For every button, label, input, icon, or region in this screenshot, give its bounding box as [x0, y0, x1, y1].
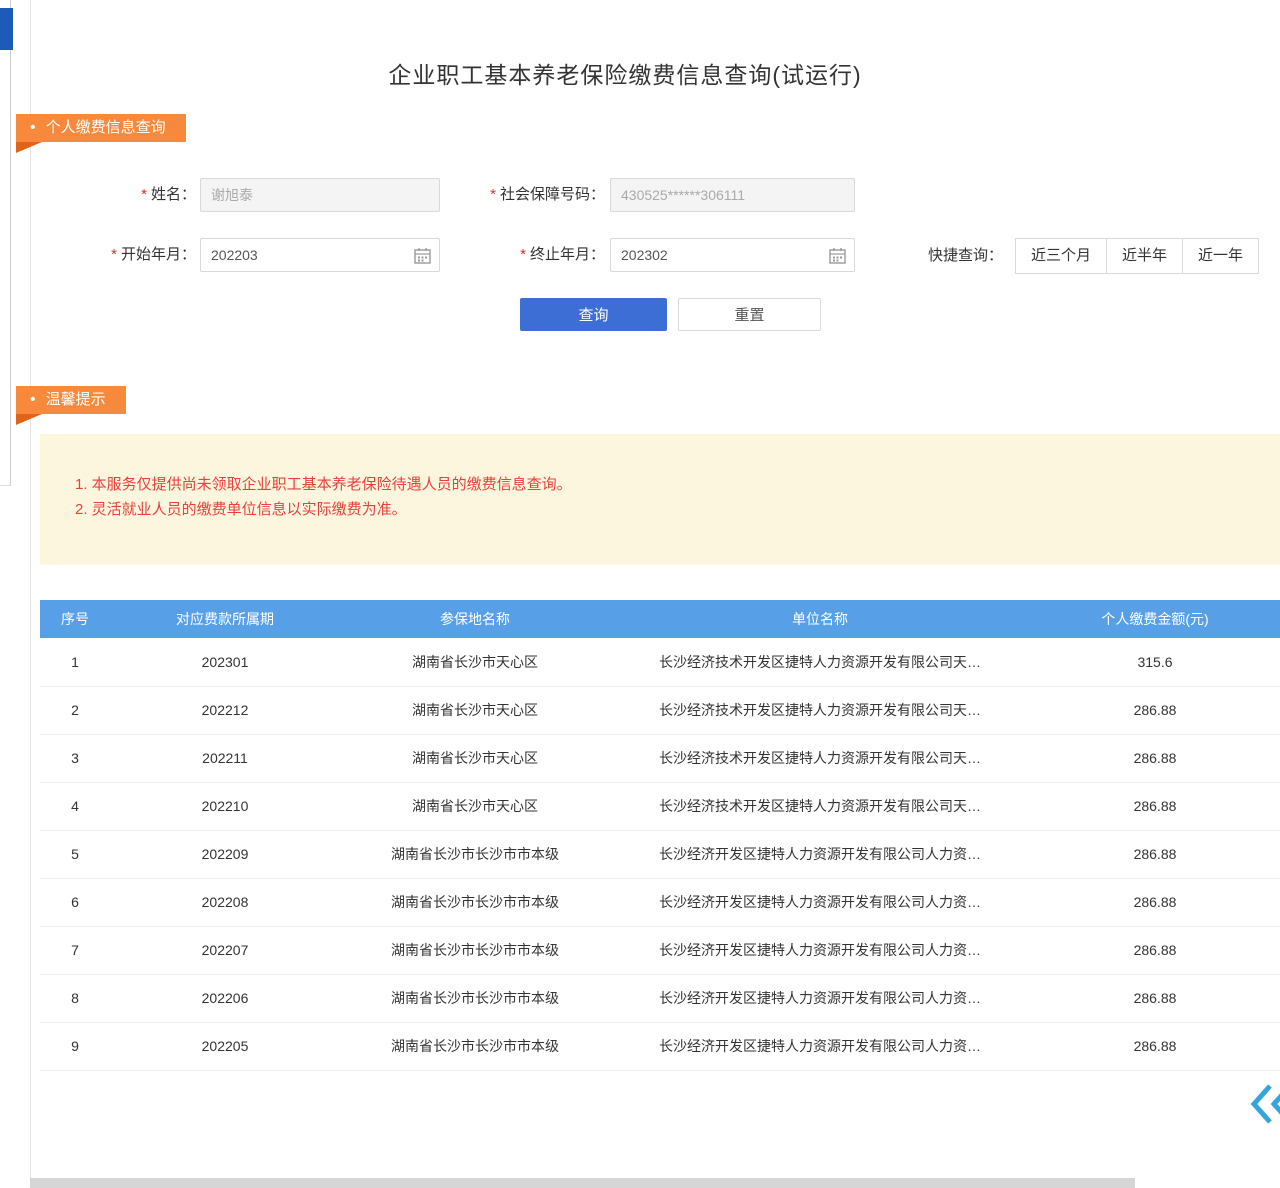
table-cell: 2 [40, 686, 110, 734]
table-row: 9202205湖南省长沙市长沙市市本级长沙经济开发区捷特人力资源开发有限公司人力… [40, 1022, 1280, 1070]
table-row: 6202208湖南省长沙市长沙市市本级长沙经济开发区捷特人力资源开发有限公司人力… [40, 878, 1280, 926]
start-date-label: *开始年月： [60, 238, 196, 272]
table-cell: 9 [40, 1022, 110, 1070]
name-field[interactable] [200, 178, 440, 212]
ribbon-fold [16, 414, 42, 425]
table-cell: 202207 [110, 926, 340, 974]
table-cell: 286.88 [1030, 926, 1280, 974]
calendar-icon[interactable] [829, 247, 846, 264]
table-cell: 7 [40, 926, 110, 974]
table-cell: 长沙经济技术开发区捷特人力资源开发有限公司天… [610, 782, 1030, 830]
section-badge-tips-label: 温馨提示 [46, 386, 106, 414]
table-body: 1202301湖南省长沙市天心区长沙经济技术开发区捷特人力资源开发有限公司天…3… [40, 638, 1280, 1070]
table-row: 5202209湖南省长沙市长沙市市本级长沙经济开发区捷特人力资源开发有限公司人力… [40, 830, 1280, 878]
ssn-label: *社会保障号码： [440, 178, 605, 212]
page: 企业职工基本养老保险缴费信息查询(试运行) • 个人缴费信息查询 *姓名： *社… [0, 0, 1280, 1188]
table-cell: 1 [40, 638, 110, 686]
col-header-index: 序号 [40, 600, 110, 638]
name-label: *姓名： [60, 178, 196, 212]
table-cell: 315.6 [1030, 638, 1280, 686]
table-cell: 湖南省长沙市长沙市市本级 [340, 974, 610, 1022]
page-title: 企业职工基本养老保险缴费信息查询(试运行) [0, 56, 1250, 90]
table-cell: 286.88 [1030, 1022, 1280, 1070]
table-cell: 6 [40, 878, 110, 926]
table-cell: 8 [40, 974, 110, 1022]
required-icon: * [111, 246, 117, 263]
start-date-field[interactable] [200, 238, 440, 272]
reset-button[interactable]: 重置 [678, 298, 821, 331]
quick-btn-1year[interactable]: 近一年 [1182, 238, 1259, 274]
table-row: 2202212湖南省长沙市天心区长沙经济技术开发区捷特人力资源开发有限公司天…2… [40, 686, 1280, 734]
collapse-chevron-icon[interactable] [1250, 1082, 1280, 1126]
table-cell: 长沙经济开发区捷特人力资源开发有限公司人力资… [610, 830, 1030, 878]
table-row: 4202210湖南省长沙市天心区长沙经济技术开发区捷特人力资源开发有限公司天…2… [40, 782, 1280, 830]
quick-btn-halfyear[interactable]: 近半年 [1106, 238, 1183, 274]
table-cell: 202210 [110, 782, 340, 830]
table-cell: 286.88 [1030, 830, 1280, 878]
table-cell: 286.88 [1030, 686, 1280, 734]
notice-box: 1. 本服务仅提供尚未领取企业职工基本养老保险待遇人员的缴费信息查询。 2. 灵… [40, 434, 1280, 565]
table-row: 1202301湖南省长沙市天心区长沙经济技术开发区捷特人力资源开发有限公司天…3… [40, 638, 1280, 686]
table-cell: 湖南省长沙市长沙市市本级 [340, 878, 610, 926]
table-cell: 202301 [110, 638, 340, 686]
sidebar-blue-tab[interactable] [0, 8, 13, 50]
section-badge-query: • 个人缴费信息查询 [16, 114, 186, 142]
col-header-amount: 个人缴费金额(元) [1030, 600, 1280, 638]
table-cell: 286.88 [1030, 878, 1280, 926]
table-cell: 长沙经济开发区捷特人力资源开发有限公司人力资… [610, 1022, 1030, 1070]
table-cell: 长沙经济开发区捷特人力资源开发有限公司人力资… [610, 974, 1030, 1022]
table-cell: 202212 [110, 686, 340, 734]
table-cell: 202209 [110, 830, 340, 878]
results-table: 序号 对应费款所属期 参保地名称 单位名称 个人缴费金额(元) 1202301湖… [40, 600, 1280, 1071]
table-cell: 湖南省长沙市天心区 [340, 734, 610, 782]
quick-query-label: 快捷查询： [928, 238, 1003, 274]
ribbon-fold [16, 142, 42, 153]
table-cell: 5 [40, 830, 110, 878]
table-cell: 湖南省长沙市长沙市市本级 [340, 1022, 610, 1070]
table-cell: 湖南省长沙市长沙市市本级 [340, 830, 610, 878]
ssn-field[interactable] [610, 178, 855, 212]
table-cell: 湖南省长沙市天心区 [340, 686, 610, 734]
end-date-field[interactable] [610, 238, 855, 272]
table-cell: 202211 [110, 734, 340, 782]
end-date-label: *终止年月： [470, 238, 605, 272]
table-cell: 长沙经济技术开发区捷特人力资源开发有限公司天… [610, 734, 1030, 782]
table-cell: 长沙经济技术开发区捷特人力资源开发有限公司天… [610, 686, 1030, 734]
required-icon: * [490, 186, 496, 203]
table-cell: 202206 [110, 974, 340, 1022]
table-cell: 湖南省长沙市长沙市市本级 [340, 926, 610, 974]
notice-line-1: 1. 本服务仅提供尚未领取企业职工基本养老保险待遇人员的缴费信息查询。 [75, 472, 1280, 497]
bullet-icon: • [30, 386, 36, 414]
table-cell: 3 [40, 734, 110, 782]
required-icon: * [141, 186, 147, 203]
table-cell: 202208 [110, 878, 340, 926]
table-cell: 4 [40, 782, 110, 830]
table-cell: 202205 [110, 1022, 340, 1070]
table-cell: 286.88 [1030, 782, 1280, 830]
table-row: 8202206湖南省长沙市长沙市市本级长沙经济开发区捷特人力资源开发有限公司人力… [40, 974, 1280, 1022]
section-badge-query-label: 个人缴费信息查询 [46, 114, 166, 142]
section-badge-tips: • 温馨提示 [16, 386, 126, 414]
calendar-icon[interactable] [414, 247, 431, 264]
col-header-employer: 单位名称 [610, 600, 1030, 638]
table-cell: 长沙经济开发区捷特人力资源开发有限公司人力资… [610, 878, 1030, 926]
table-cell: 286.88 [1030, 734, 1280, 782]
table-row: 3202211湖南省长沙市天心区长沙经济技术开发区捷特人力资源开发有限公司天…2… [40, 734, 1280, 782]
table-cell: 长沙经济技术开发区捷特人力资源开发有限公司天… [610, 638, 1030, 686]
bottom-scroll-edge [30, 1178, 1135, 1188]
table-cell: 长沙经济开发区捷特人力资源开发有限公司人力资… [610, 926, 1030, 974]
col-header-region: 参保地名称 [340, 600, 610, 638]
notice-line-2: 2. 灵活就业人员的缴费单位信息以实际缴费为准。 [75, 497, 1280, 522]
table-cell: 湖南省长沙市天心区 [340, 782, 610, 830]
bullet-icon: • [30, 114, 36, 142]
table-cell: 湖南省长沙市天心区 [340, 638, 610, 686]
table-header-row: 序号 对应费款所属期 参保地名称 单位名称 个人缴费金额(元) [40, 600, 1280, 638]
col-header-period: 对应费款所属期 [110, 600, 340, 638]
required-icon: * [520, 246, 526, 263]
table-cell: 286.88 [1030, 974, 1280, 1022]
table-row: 7202207湖南省长沙市长沙市市本级长沙经济开发区捷特人力资源开发有限公司人力… [40, 926, 1280, 974]
query-button[interactable]: 查询 [520, 298, 667, 331]
quick-btn-3months[interactable]: 近三个月 [1015, 238, 1107, 274]
quick-query-group: 近三个月 近半年 近一年 [1016, 238, 1259, 274]
